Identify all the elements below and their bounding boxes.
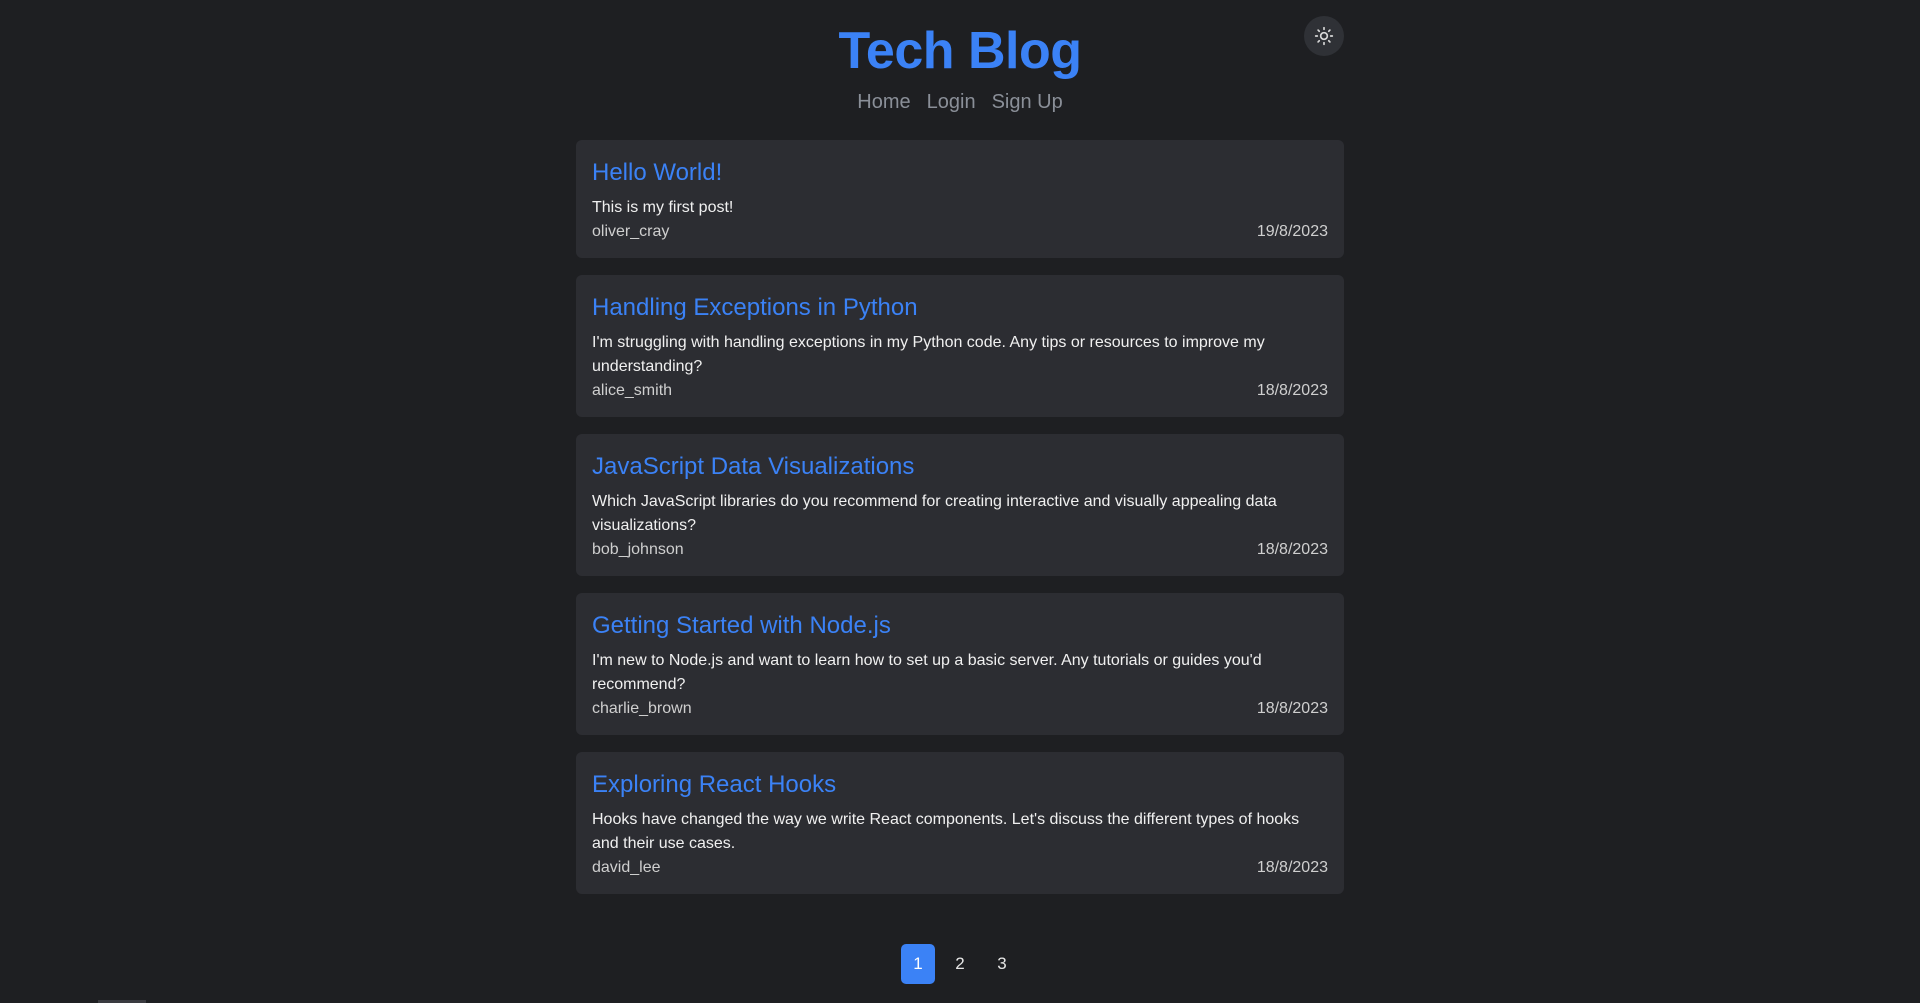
post-date: 18/8/2023 [1256,859,1328,876]
post-card[interactable]: Hello World! This is my first post! oliv… [576,140,1344,258]
page-button-3[interactable]: 3 [985,944,1019,984]
post-author: alice_smith [592,382,673,399]
post-title[interactable]: Handling Exceptions in Python [592,291,1328,325]
post-body: Hooks have changed the way we write Reac… [592,811,1300,852]
site-title[interactable]: Tech Blog [576,18,1344,84]
post-title[interactable]: Hello World! [592,156,1328,190]
post-meta: bob_johnson 18/8/2023 [592,538,1328,562]
page-button-1[interactable]: 1 [901,944,935,984]
post-card[interactable]: Handling Exceptions in Python I'm strugg… [576,275,1344,417]
post-meta: oliver_cray 19/8/2023 [592,220,1328,244]
site-header: Tech Blog Home Login Sign Up [576,0,1344,130]
main-nav: Home Login Sign Up [576,88,1344,116]
post-author: david_lee [592,859,661,876]
post-body: This is my first post! [592,199,734,216]
post-card[interactable]: JavaScript Data Visualizations Which Jav… [576,434,1344,576]
nav-signup-link[interactable]: Sign Up [992,88,1063,116]
page-button-2[interactable]: 2 [943,944,977,984]
post-meta: alice_smith 18/8/2023 [592,379,1328,403]
post-card[interactable]: Getting Started with Node.js I'm new to … [576,593,1344,735]
nav-login-link[interactable]: Login [927,88,976,116]
post-body: I'm struggling with handling exceptions … [592,334,1265,375]
post-title[interactable]: Getting Started with Node.js [592,609,1328,643]
post-date: 19/8/2023 [1256,223,1328,240]
sun-icon [1314,26,1334,46]
page: Tech Blog Home Login Sign Up Hello World… [0,0,1920,1003]
post-author: charlie_brown [592,700,692,717]
pagination: 1 2 3 [0,944,1920,984]
post-title[interactable]: JavaScript Data Visualizations [592,450,1328,484]
post-date: 18/8/2023 [1256,541,1328,558]
post-list: Hello World! This is my first post! oliv… [576,140,1344,894]
theme-toggle-button[interactable] [1304,16,1344,56]
post-title[interactable]: Exploring React Hooks [592,768,1328,802]
nav-home-link[interactable]: Home [857,88,910,116]
post-date: 18/8/2023 [1256,382,1328,399]
post-body: I'm new to Node.js and want to learn how… [592,652,1262,693]
post-author: oliver_cray [592,223,670,240]
post-meta: charlie_brown 18/8/2023 [592,697,1328,721]
post-card[interactable]: Exploring React Hooks Hooks have changed… [576,752,1344,894]
post-body: Which JavaScript libraries do you recomm… [592,493,1277,534]
post-meta: david_lee 18/8/2023 [592,856,1328,880]
post-author: bob_johnson [592,541,684,558]
post-date: 18/8/2023 [1256,700,1328,717]
